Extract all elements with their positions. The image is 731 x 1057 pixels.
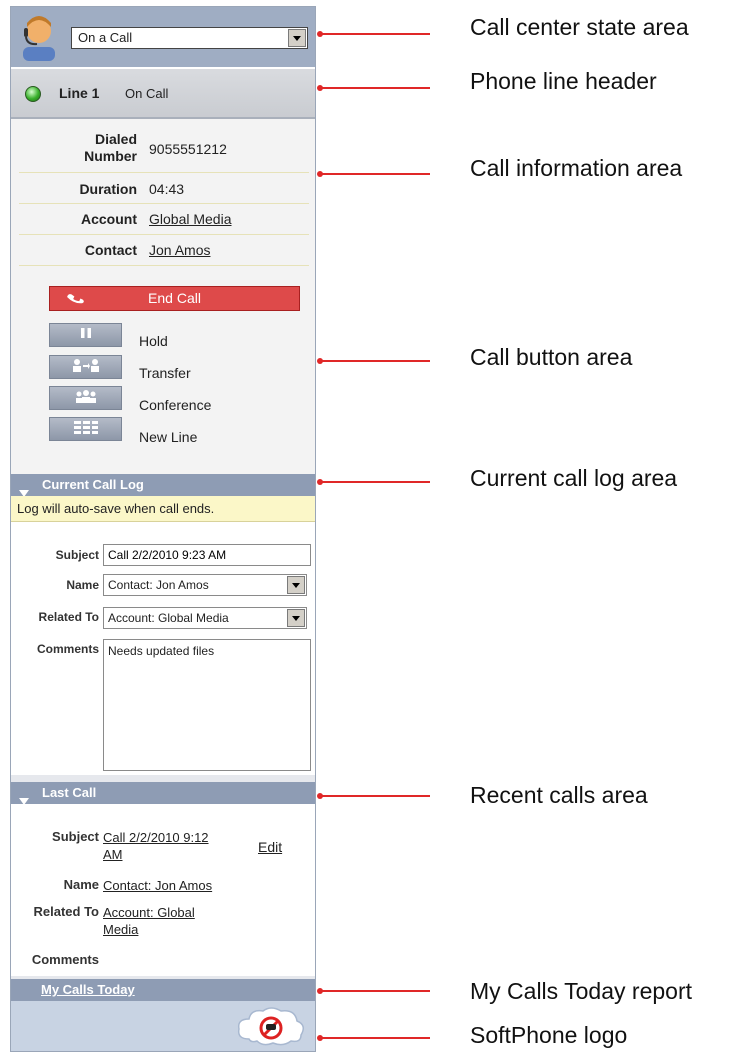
duration-value: 04:43	[149, 181, 185, 197]
current-call-log-header[interactable]: Current Call Log	[11, 474, 315, 497]
duration-label: Duration	[79, 181, 137, 197]
last-subject-label: Subject	[52, 829, 99, 844]
info-row-dialed-number: Dialed Number 9055551212	[19, 125, 309, 173]
callout-dot-call-buttons	[317, 358, 323, 364]
end-call-button[interactable]: End Call	[49, 286, 300, 311]
dropdown-arrow-icon[interactable]	[287, 609, 305, 627]
hold-label: Hold	[139, 333, 168, 349]
last-related-link[interactable]: Account: Global Media	[103, 904, 253, 938]
last-name-link[interactable]: Contact: Jon Amos	[103, 877, 253, 894]
conference-label: Conference	[139, 397, 212, 413]
info-row-account: Account Global Media	[19, 204, 309, 235]
related-to-label: Related To	[38, 610, 99, 624]
dropdown-arrow-icon[interactable]	[288, 29, 306, 47]
transfer-label: Transfer	[139, 365, 191, 381]
account-link[interactable]: Global Media	[149, 211, 232, 227]
hold-button[interactable]	[49, 323, 122, 347]
new-line-button[interactable]	[49, 417, 122, 441]
info-row-contact: Contact Jon Amos	[19, 235, 309, 266]
callout-line-call-buttons	[320, 360, 430, 362]
edit-last-call-link[interactable]: Edit	[258, 839, 282, 855]
callout-dot-current-log	[317, 479, 323, 485]
subject-input[interactable]: Call 2/2/2010 9:23 AM	[103, 544, 311, 566]
comments-label: Comments	[36, 642, 99, 656]
line-status-led-icon	[25, 86, 41, 102]
agent-avatar-icon	[19, 13, 59, 61]
callout-line-call-info	[320, 173, 430, 175]
callout-state-label: Call center state area	[470, 14, 689, 40]
new-line-icon	[73, 420, 99, 439]
callout-line-report	[320, 990, 430, 992]
contact-link[interactable]: Jon Amos	[149, 242, 210, 258]
recent-calls-area: Subject Call 2/2/2010 9:12 AM Edit Name …	[11, 804, 315, 976]
callout-logo-label: SoftPhone logo	[470, 1022, 628, 1048]
last-call-header[interactable]: Last Call	[11, 782, 315, 805]
name-label: Name	[66, 578, 99, 592]
last-comments-label: Comments	[31, 952, 99, 967]
my-calls-today-bar: My Calls Today	[11, 979, 315, 1001]
callout-dot-recent	[317, 793, 323, 799]
callout-dot-line-header	[317, 85, 323, 91]
phone-line-header: Line 1 On Call	[11, 67, 315, 119]
last-related-line-2: Media	[103, 922, 139, 937]
callout-line-header-label: Phone line header	[470, 68, 657, 94]
dialed-number-label: Dialed Number	[84, 131, 137, 164]
callout-line-logo	[320, 1037, 430, 1039]
last-subject-link[interactable]: Call 2/2/2010 9:12 AM	[103, 829, 253, 863]
conference-icon	[71, 389, 101, 408]
contact-label: Contact	[84, 242, 137, 258]
related-to-select-value: Account: Global Media	[108, 611, 229, 625]
name-select[interactable]: Contact: Jon Amos	[103, 574, 307, 596]
call-information-area: Dialed Number 9055551212 Duration 04:43 …	[11, 119, 315, 474]
info-row-duration: Duration 04:43	[19, 173, 309, 204]
callout-line-recent	[320, 795, 430, 797]
pause-icon	[80, 326, 92, 344]
my-calls-today-link[interactable]: My Calls Today	[41, 979, 135, 1001]
comments-textarea[interactable]: Needs updated files	[103, 639, 311, 771]
call-center-state-select[interactable]: On a Call	[71, 27, 308, 49]
subject-label: Subject	[55, 548, 99, 562]
callout-recent-label: Recent calls area	[470, 782, 648, 808]
callout-line-current-log	[320, 481, 430, 483]
callout-dot-call-info	[317, 171, 323, 177]
dialed-number-value: 9055551212	[149, 141, 227, 157]
dropdown-arrow-icon[interactable]	[287, 576, 305, 594]
callout-current-log-label: Current call log area	[470, 465, 678, 491]
last-related-line-1: Account: Global	[103, 905, 195, 920]
last-call-title: Last Call	[42, 785, 97, 800]
callout-report-label: My Calls Today report	[470, 978, 692, 1004]
call-center-state-area: On a Call	[11, 7, 315, 67]
last-subject-line-1: Call 2/2/2010 9:12	[103, 830, 209, 845]
end-call-label: End Call	[148, 290, 201, 306]
softphone-logo-icon	[235, 1005, 307, 1052]
last-related-label: Related To	[33, 904, 100, 919]
callout-call-info-label: Call information area	[470, 155, 683, 181]
conference-button[interactable]	[49, 386, 122, 410]
state-select-value: On a Call	[78, 30, 133, 45]
callout-dot-state	[317, 31, 323, 37]
callout-call-buttons-label: Call button area	[470, 344, 633, 370]
callout-line-line-header	[320, 87, 430, 89]
related-to-select[interactable]: Account: Global Media	[103, 607, 307, 629]
hangup-icon	[66, 289, 86, 314]
current-call-log-title: Current Call Log	[42, 477, 144, 492]
last-subject-line-2: AM	[103, 847, 123, 862]
transfer-button[interactable]	[49, 355, 122, 379]
last-name-label: Name	[63, 877, 99, 892]
account-label: Account	[81, 211, 137, 227]
auto-save-notice: Log will auto-save when call ends.	[11, 496, 315, 522]
new-line-label: New Line	[139, 429, 198, 445]
softphone-logo-area	[11, 1001, 315, 1051]
name-select-value: Contact: Jon Amos	[108, 578, 209, 592]
softphone-panel: On a Call Line 1 On Call Dialed Number 9…	[10, 6, 316, 1052]
callout-line-state	[320, 33, 430, 35]
callout-dot-logo	[317, 1035, 323, 1041]
callout-dot-report	[317, 988, 323, 994]
transfer-icon	[71, 358, 101, 377]
line-status: On Call	[125, 86, 169, 101]
current-call-log-area: Subject Call 2/2/2010 9:23 AM Name Conta…	[11, 522, 315, 775]
line-name: Line 1	[59, 85, 100, 101]
